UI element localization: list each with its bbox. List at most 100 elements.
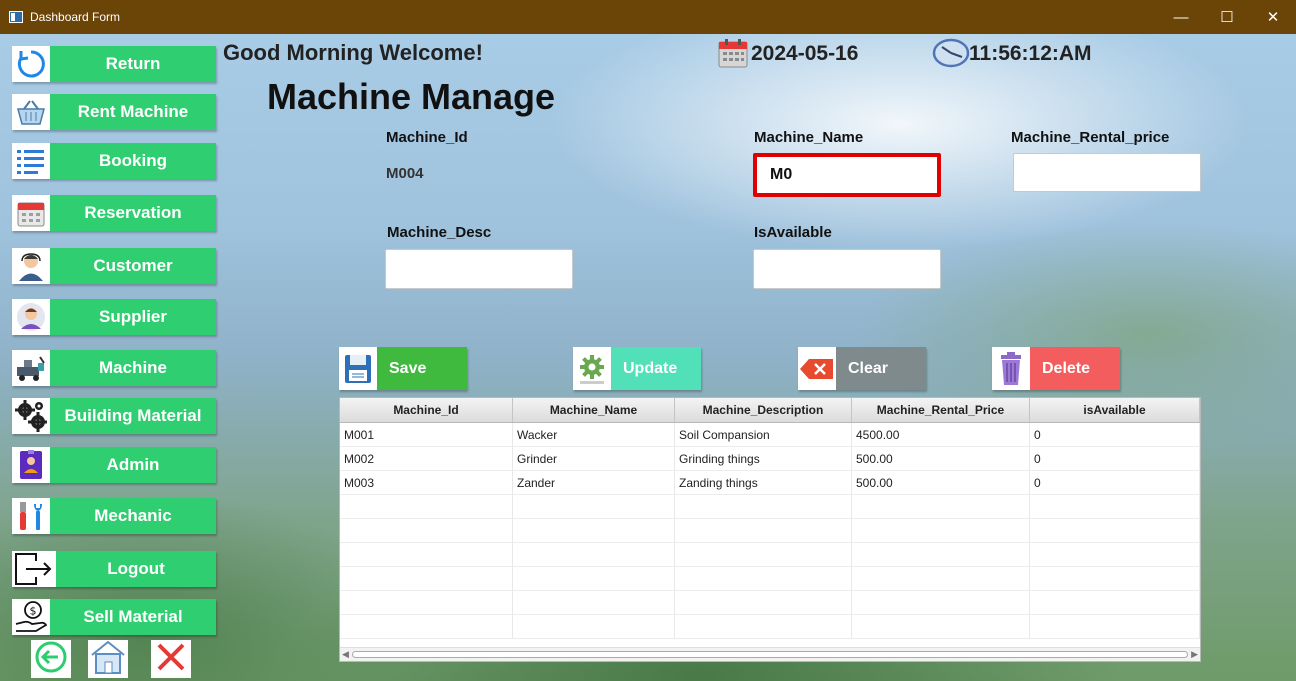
save-icon (339, 347, 377, 390)
sidebar-supplier-label: Supplier (98, 307, 167, 326)
gear-icon (573, 347, 611, 390)
table-cell: 0 (1030, 423, 1200, 446)
sidebar-sell-material-label: Sell Material (83, 607, 183, 626)
save-label: Save (389, 359, 427, 377)
machine-icon (12, 350, 50, 386)
close-icon (155, 641, 187, 678)
list-icon (12, 143, 50, 179)
machine-desc-label: Machine_Desc (387, 224, 492, 241)
trash-icon (992, 347, 1030, 390)
home-icon (89, 639, 127, 680)
page-title: Machine Manage (267, 76, 556, 117)
table-row[interactable]: M002 Grinder Grinding things 500.00 0 (340, 447, 1200, 471)
greeting-text: Good Morning Welcome! (223, 40, 483, 65)
sidebar-mechanic-label: Mechanic (94, 506, 172, 525)
back-arrow-icon (34, 640, 68, 679)
sidebar-rent-machine-label: Rent Machine (77, 102, 189, 121)
sidebar-logout-label: Logout (107, 559, 165, 578)
app-icon (9, 11, 23, 23)
column-header-machine-description[interactable]: Machine_Description (675, 398, 852, 422)
sidebar-building-material-label: Building Material (64, 406, 202, 425)
table-row[interactable]: M003 Zander Zanding things 500.00 0 (340, 471, 1200, 495)
column-header-machine-name[interactable]: Machine_Name (513, 398, 675, 422)
sidebar-logout-button[interactable]: Logout (12, 551, 216, 587)
scroll-right-icon[interactable]: ▶ (1191, 649, 1198, 660)
table-cell: Wacker (513, 423, 675, 446)
empty-row (340, 543, 1200, 567)
exit-button[interactable] (151, 640, 191, 678)
sidebar-admin-label: Admin (106, 455, 160, 474)
update-button[interactable]: Update (573, 347, 701, 390)
table-header: Machine_Id Machine_Name Machine_Descript… (340, 398, 1200, 423)
table-cell: Zander (513, 471, 675, 494)
sidebar-machine-button[interactable]: Machine (12, 350, 216, 386)
is-available-label: IsAvailable (754, 224, 832, 241)
admin-icon (12, 447, 50, 483)
calendar-icon (718, 38, 748, 73)
clear-label: Clear (848, 359, 889, 377)
minimize-button[interactable]: — (1158, 0, 1204, 34)
table-cell: Soil Compansion (675, 423, 852, 446)
table-cell: M002 (340, 447, 513, 470)
sidebar-sell-material-button[interactable]: $ Sell Material (12, 599, 216, 635)
table-cell: M003 (340, 471, 513, 494)
refresh-icon (12, 46, 50, 82)
sidebar-admin-button[interactable]: Admin (12, 447, 216, 483)
table-cell: Grinder (513, 447, 675, 470)
table-row[interactable]: M001 Wacker Soil Compansion 4500.00 0 (340, 423, 1200, 447)
close-window-button[interactable]: ✕ (1250, 0, 1296, 34)
sidebar-customer-button[interactable]: Customer (12, 248, 216, 284)
update-label: Update (623, 359, 678, 377)
column-header-is-available[interactable]: isAvailable (1030, 398, 1200, 422)
column-header-rental-price[interactable]: Machine_Rental_Price (852, 398, 1030, 422)
machine-table[interactable]: Machine_Id Machine_Name Machine_Descript… (339, 397, 1201, 662)
empty-row (340, 495, 1200, 519)
sidebar-rent-machine-button[interactable]: Rent Machine (12, 94, 216, 130)
table-cell: 500.00 (852, 447, 1030, 470)
empty-row (340, 567, 1200, 591)
basket-icon (12, 94, 50, 130)
current-date: 2024-05-16 (751, 42, 859, 65)
save-button[interactable]: Save (339, 347, 467, 390)
table-cell: 0 (1030, 447, 1200, 470)
scroll-left-icon[interactable]: ◀ (342, 649, 349, 660)
sidebar-return-button[interactable]: Return (12, 46, 216, 82)
maximize-button[interactable]: ☐ (1204, 0, 1250, 34)
sidebar-booking-button[interactable]: Booking (12, 143, 216, 179)
customer-icon (12, 248, 50, 284)
home-button[interactable] (88, 640, 128, 678)
table-cell: 500.00 (852, 471, 1030, 494)
back-button[interactable] (31, 640, 71, 678)
gears-icon (12, 398, 50, 434)
current-time: 11:56:12:AM (969, 42, 1092, 65)
delete-label: Delete (1042, 359, 1091, 377)
sidebar-booking-label: Booking (99, 151, 167, 170)
clock-icon (932, 38, 970, 73)
machine-id-label: Machine_Id (386, 129, 468, 146)
sidebar-mechanic-button[interactable]: Mechanic (12, 498, 216, 534)
is-available-input[interactable] (753, 249, 941, 289)
sidebar-supplier-button[interactable]: Supplier (12, 299, 216, 335)
scrollbar-thumb[interactable] (352, 651, 1188, 658)
sidebar-return-label: Return (105, 54, 161, 73)
empty-row (340, 591, 1200, 615)
calendar-icon (12, 195, 50, 231)
machine-name-input[interactable]: M0 (753, 153, 941, 197)
sidebar-building-material-button[interactable]: Building Material (12, 398, 216, 434)
title-bar: Dashboard Form — ☐ ✕ (0, 0, 1296, 34)
sidebar-machine-label: Machine (98, 358, 168, 377)
table-cell: M001 (340, 423, 513, 446)
logout-icon (12, 551, 56, 587)
clear-button[interactable]: Clear (798, 347, 926, 390)
rental-price-input[interactable] (1013, 153, 1201, 192)
horizontal-scrollbar[interactable]: ◀ ▶ (340, 647, 1200, 661)
delete-button[interactable]: Delete (992, 347, 1120, 390)
rental-price-label: Machine_Rental_price (1011, 129, 1170, 146)
machine-name-label: Machine_Name (754, 129, 864, 146)
machine-desc-input[interactable] (385, 249, 573, 289)
table-cell: Grinding things (675, 447, 852, 470)
window-title: Dashboard Form (30, 10, 121, 24)
money-hand-icon: $ (12, 599, 50, 635)
sidebar-reservation-button[interactable]: Reservation (12, 195, 216, 231)
column-header-machine-id[interactable]: Machine_Id (340, 398, 513, 422)
